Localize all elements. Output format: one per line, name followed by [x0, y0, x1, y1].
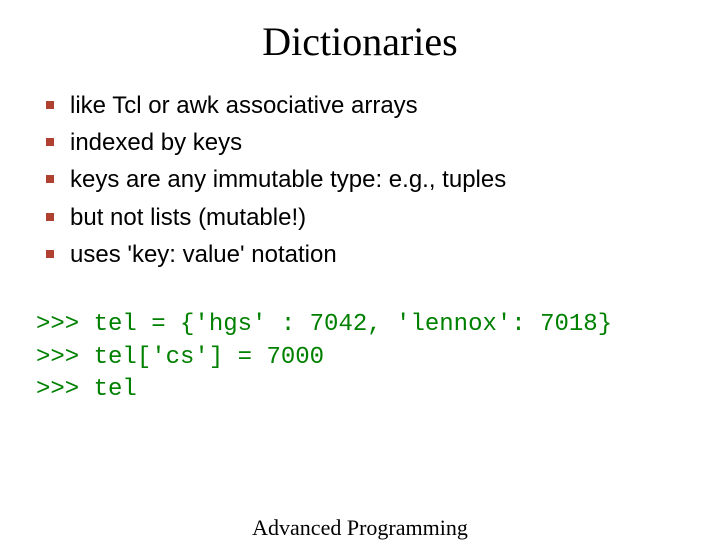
slide-title: Dictionaries — [36, 18, 684, 65]
bullet-item: but not lists (mutable!) — [44, 199, 684, 236]
bullet-item: indexed by keys — [44, 124, 684, 161]
bullet-item: uses 'key: value' notation — [44, 236, 684, 273]
code-block: >>> tel = {'hgs' : 7042, 'lennox': 7018}… — [36, 277, 684, 439]
code-line: >>> tel['cs'] = 7000 — [36, 344, 324, 371]
bullet-item: like Tcl or awk associative arrays — [44, 87, 684, 124]
code-line: >>> tel — [36, 376, 137, 403]
footer-text: Advanced Programming — [0, 515, 720, 540]
bullet-item: keys are any immutable type: e.g., tuple… — [44, 161, 684, 198]
code-line: >>> tel = {'hgs' : 7042, 'lennox': 7018} — [36, 311, 612, 338]
slide: Dictionaries like Tcl or awk associative… — [0, 0, 720, 540]
bullet-list: like Tcl or awk associative arrays index… — [44, 87, 684, 273]
